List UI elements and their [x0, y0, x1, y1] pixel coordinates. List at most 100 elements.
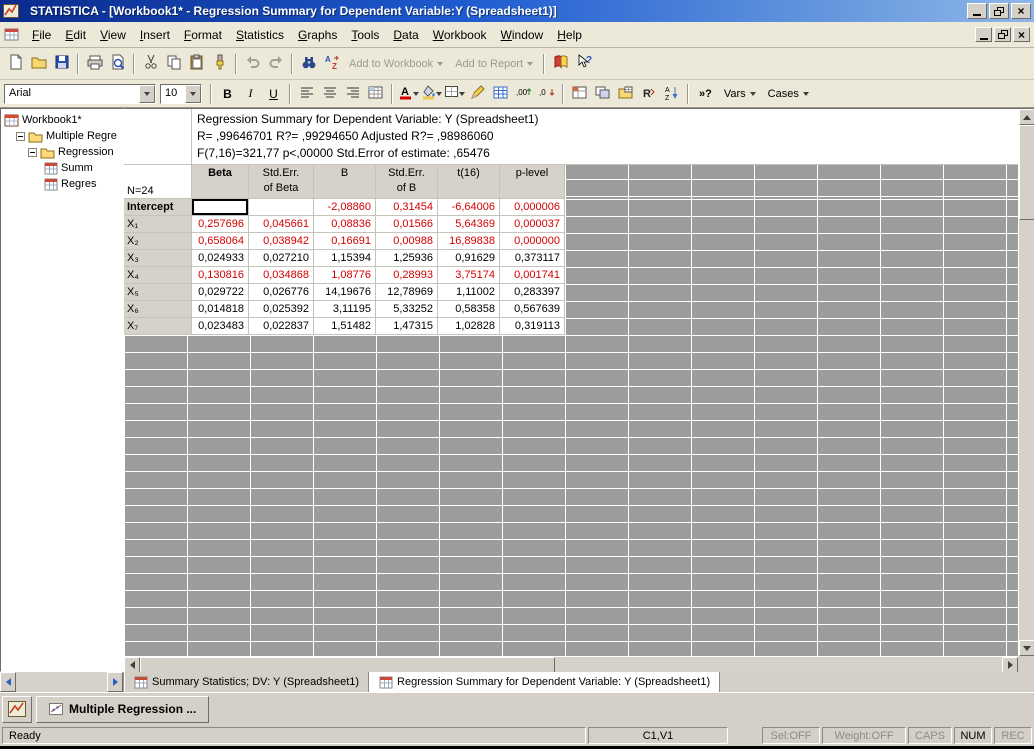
increase-decimals-button[interactable]: ,00 — [512, 82, 535, 106]
cell-beta[interactable]: 0,014818 — [192, 301, 249, 318]
scroll-right-button[interactable] — [1002, 657, 1018, 673]
print-preview-button[interactable] — [106, 52, 129, 76]
tree-scrollbar[interactable] — [0, 672, 124, 692]
column-header-plevel[interactable]: p-level — [500, 165, 565, 199]
cell-stderr-beta[interactable] — [249, 199, 314, 216]
header-corner-blank[interactable] — [124, 109, 192, 164]
cell-plevel[interactable]: 0,373117 — [500, 250, 565, 267]
cases-button[interactable]: Cases — [762, 86, 815, 102]
cell-stderr-b[interactable]: 12,78969 — [376, 284, 438, 301]
font-color-button[interactable]: A — [397, 82, 420, 106]
new-document-button[interactable] — [4, 52, 27, 76]
cell-plevel[interactable]: 0,000000 — [500, 233, 565, 250]
redo-button[interactable] — [264, 52, 287, 76]
font-size-dropdown[interactable] — [185, 85, 201, 103]
menu-statistics[interactable]: Statistics — [229, 25, 291, 45]
sort-button[interactable]: AZ — [660, 82, 683, 106]
cell-plevel[interactable]: 0,000037 — [500, 216, 565, 233]
new-window-button[interactable] — [591, 82, 614, 106]
cell-b[interactable]: -2,08860 — [314, 199, 376, 216]
restore-button[interactable] — [989, 3, 1009, 19]
cell-stderr-b[interactable]: 5,33252 — [376, 301, 438, 318]
row-header[interactable]: X₁ — [124, 216, 192, 233]
child-close-button[interactable]: × — [1013, 27, 1030, 42]
cell-beta[interactable] — [192, 199, 249, 216]
tree-scroll-right-button[interactable] — [107, 672, 123, 692]
scroll-left-button[interactable] — [124, 657, 140, 673]
row-header[interactable]: X₆ — [124, 301, 192, 318]
cell-b[interactable]: 1,51482 — [314, 318, 376, 335]
mark-cells-button[interactable] — [568, 82, 591, 106]
add-to-report-button[interactable]: Add to Report — [449, 56, 539, 72]
cell-beta[interactable]: 0,130816 — [192, 267, 249, 284]
cell-stderr-beta[interactable]: 0,027210 — [249, 250, 314, 267]
cell-t[interactable]: 5,64369 — [438, 216, 500, 233]
menu-tools[interactable]: Tools — [344, 25, 386, 45]
font-name-combo[interactable]: Arial — [4, 84, 156, 104]
column-header-t[interactable]: t(16) — [438, 165, 500, 199]
child-restore-button[interactable] — [994, 27, 1011, 42]
cell-b[interactable]: 1,08776 — [314, 267, 376, 284]
tree-item-workbook[interactable]: Workbook1* — [4, 112, 123, 128]
child-window-icon[interactable] — [4, 28, 19, 41]
column-header-b[interactable]: B — [314, 165, 376, 199]
add-to-workbook-button[interactable]: Add to Workbook — [343, 56, 449, 72]
collapse-icon[interactable] — [16, 132, 25, 141]
cell-plevel[interactable]: 0,001741 — [500, 267, 565, 284]
menu-view[interactable]: View — [93, 25, 133, 45]
find-options-button[interactable]: AZ — [320, 52, 343, 76]
bold-button[interactable]: B — [216, 82, 239, 106]
draw-borders-button[interactable] — [466, 82, 489, 106]
save-button[interactable] — [50, 52, 73, 76]
cell-beta[interactable]: 0,023483 — [192, 318, 249, 335]
column-header-stderr-beta[interactable]: Std.Err.of Beta — [249, 165, 314, 199]
font-size-combo[interactable]: 10 — [160, 84, 202, 104]
format-painter-button[interactable] — [208, 52, 231, 76]
context-help-button[interactable]: ? — [572, 52, 595, 76]
cell-b[interactable]: 0,16691 — [314, 233, 376, 250]
fill-color-button[interactable] — [420, 82, 443, 106]
tree-item-regression-summary[interactable]: Regres — [4, 176, 123, 192]
cell-b[interactable]: 14,19676 — [314, 284, 376, 301]
cell-beta[interactable]: 0,029722 — [192, 284, 249, 301]
align-right-button[interactable] — [341, 82, 364, 106]
empty-grid[interactable]: Regression Summary for Dependent Variabl… — [124, 109, 1018, 656]
borders-button[interactable] — [443, 82, 466, 106]
shortcut-help-button[interactable]: »? — [693, 86, 718, 102]
cell-stderr-b[interactable]: 0,31454 — [376, 199, 438, 216]
scroll-down-button[interactable] — [1019, 640, 1034, 656]
cell-stderr-beta[interactable]: 0,038942 — [249, 233, 314, 250]
cell-stderr-b[interactable]: 0,28993 — [376, 267, 438, 284]
cell-b[interactable]: 0,08836 — [314, 216, 376, 233]
gridlines-button[interactable] — [489, 82, 512, 106]
tab-regression-summary[interactable]: Regression Summary for Dependent Variabl… — [369, 672, 720, 692]
cell-stderr-beta[interactable]: 0,022837 — [249, 318, 314, 335]
cell-stderr-b[interactable]: 0,00988 — [376, 233, 438, 250]
horizontal-scroll-thumb[interactable] — [140, 657, 555, 673]
vars-button[interactable]: Vars — [718, 86, 762, 102]
format-cells-button[interactable] — [364, 82, 387, 106]
cell-beta[interactable]: 0,024933 — [192, 250, 249, 267]
cell-b[interactable]: 3,11195 — [314, 301, 376, 318]
menu-file[interactable]: File — [25, 25, 58, 45]
tab-summary-statistics[interactable]: Summary Statistics; DV: Y (Spreadsheet1) — [124, 672, 369, 692]
vertical-scroll-thumb[interactable] — [1019, 125, 1034, 220]
menu-data[interactable]: Data — [386, 25, 425, 45]
copy-button[interactable] — [162, 52, 185, 76]
row-header[interactable]: X₅ — [124, 284, 192, 301]
statistica-logo-button[interactable] — [2, 696, 32, 723]
cell-plevel[interactable]: 0,319113 — [500, 318, 565, 335]
cell-t[interactable]: 0,58358 — [438, 301, 500, 318]
cell-stderr-beta[interactable]: 0,026776 — [249, 284, 314, 301]
paste-button[interactable] — [185, 52, 208, 76]
cell-stderr-b[interactable]: 1,25936 — [376, 250, 438, 267]
cell-t[interactable]: 1,02828 — [438, 318, 500, 335]
find-button[interactable] — [297, 52, 320, 76]
close-button[interactable]: × — [1011, 3, 1031, 19]
multiple-regression-button[interactable]: Multiple Regression ... — [36, 696, 209, 723]
help-button[interactable] — [549, 52, 572, 76]
cell-plevel[interactable]: 0,000006 — [500, 199, 565, 216]
cell-b[interactable]: 1,15394 — [314, 250, 376, 267]
cell-beta[interactable]: 0,658064 — [192, 233, 249, 250]
open-button[interactable] — [27, 52, 50, 76]
